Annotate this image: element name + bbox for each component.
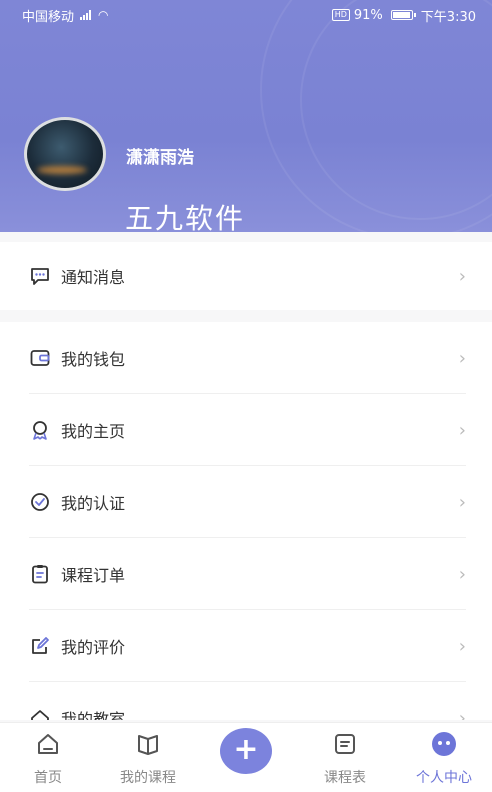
tab-label: 课程表: [324, 770, 366, 786]
profile-tab-icon: [431, 731, 457, 757]
chevron-right-icon: ›: [458, 491, 466, 513]
add-button[interactable]: +: [220, 728, 272, 774]
wallet-icon: [29, 347, 51, 369]
menu-item-label: 我的评价: [61, 638, 126, 657]
schedule-icon: [332, 731, 358, 757]
chevron-right-icon: ›: [458, 635, 466, 657]
chevron-right-icon: ›: [458, 419, 466, 441]
chevron-right-icon: ›: [458, 707, 466, 721]
carrier-label: 中国移动: [22, 9, 75, 25]
clock: 下午3:30: [420, 9, 476, 25]
avatar[interactable]: [24, 117, 106, 191]
home-tab-icon: [35, 731, 61, 757]
clipboard-icon: [29, 563, 51, 585]
book-icon: [135, 731, 161, 757]
menu-item-label: 我的教室: [61, 710, 126, 720]
battery-icon: [390, 10, 416, 20]
bottom-tab-bar: 首页 我的课程 + 课程表 个人中心: [0, 722, 492, 792]
chevron-right-icon: ›: [458, 347, 466, 369]
menu-item-verification[interactable]: 我的认证 ›: [0, 466, 492, 538]
profile-header: 中国移动 ◠ HD 91% 下午3:30 潇潇雨浩 五九软件: [0, 0, 492, 232]
tab-label: 个人中心: [416, 770, 472, 786]
wifi-icon: ◠: [98, 8, 109, 22]
tab-label: 我的课程: [120, 770, 176, 786]
chevron-right-icon: ›: [458, 563, 466, 585]
menu-item-course-orders[interactable]: 课程订单 ›: [0, 538, 492, 610]
edit-icon: [29, 635, 51, 657]
home-icon: [29, 707, 51, 720]
notification-card: 通知消息 ›: [0, 242, 492, 310]
tab-home[interactable]: 首页: [3, 723, 93, 792]
battery-percent: 91%: [353, 7, 383, 23]
watermark: 五九软件: [125, 202, 246, 232]
chevron-right-icon: ›: [458, 265, 466, 287]
chat-bubble-icon: [29, 265, 51, 287]
menu-item-label: 我的主页: [61, 422, 126, 441]
menu-item-label: 我的钱包: [61, 350, 126, 369]
hd-icon: HD: [331, 9, 350, 21]
menu-item-label: 课程订单: [61, 566, 126, 585]
username[interactable]: 潇潇雨浩: [126, 143, 194, 168]
menu-list: 我的钱包 › 我的主页 › 我的认证 › 课程订单 › 我的评价 › 我的教室 …: [0, 322, 492, 720]
signal-icon: [80, 10, 92, 20]
menu-item-reviews[interactable]: 我的评价 ›: [0, 610, 492, 682]
badge-icon: [29, 419, 51, 441]
tab-profile[interactable]: 个人中心: [399, 723, 489, 792]
check-circle-icon: [29, 491, 51, 513]
status-bar: 中国移动 ◠ HD 91% 下午3:30: [0, 0, 492, 30]
menu-item-label: 我的认证: [61, 494, 126, 513]
menu-item-wallet[interactable]: 我的钱包 ›: [0, 322, 492, 394]
tab-schedule[interactable]: 课程表: [300, 723, 390, 792]
menu-item-notifications[interactable]: 通知消息 ›: [0, 242, 492, 310]
tab-my-courses[interactable]: 我的课程: [103, 723, 193, 792]
menu-item-homepage[interactable]: 我的主页 ›: [0, 394, 492, 466]
menu-item-classroom[interactable]: 我的教室 ›: [0, 682, 492, 720]
menu-item-label: 通知消息: [61, 268, 126, 287]
tab-label: 首页: [34, 770, 62, 786]
